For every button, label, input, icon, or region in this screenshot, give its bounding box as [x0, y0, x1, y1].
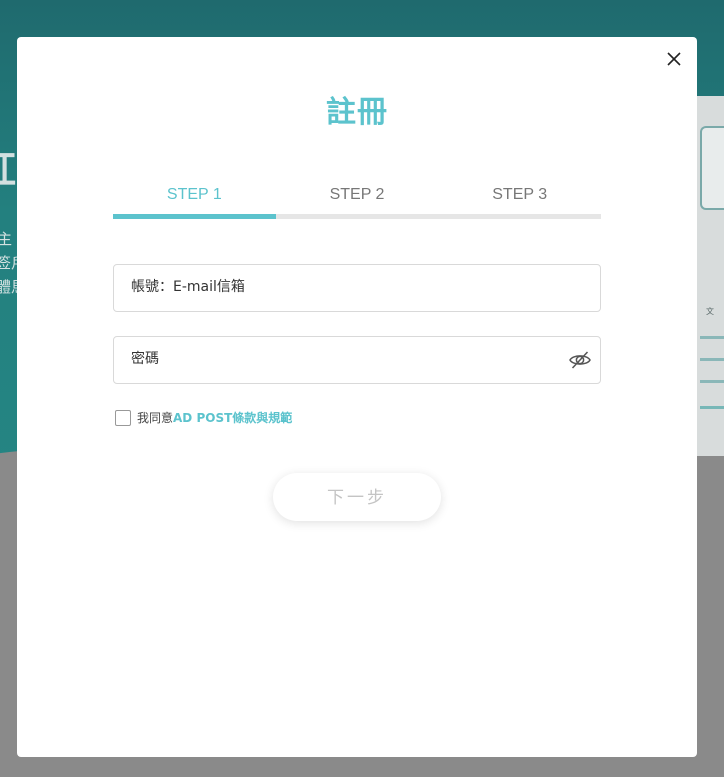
background-right-card — [700, 126, 724, 210]
password-input[interactable] — [114, 337, 551, 381]
step-3-tab[interactable]: STEP 3 — [438, 183, 602, 219]
background-left-line-1: 主 — [0, 230, 13, 248]
step-2-bar — [275, 214, 439, 219]
email-input[interactable] — [114, 265, 551, 309]
background-left-line-3: 體馬 — [0, 278, 17, 296]
register-modal: 註冊 STEP 1 STEP 2 STEP 3 我同意 AD P — [17, 37, 697, 757]
background-right-text: 文 — [706, 307, 714, 316]
next-step-button[interactable]: 下一步 — [273, 473, 441, 521]
step-3-bar — [438, 214, 602, 219]
step-2-tab[interactable]: STEP 2 — [275, 183, 439, 219]
terms-checkbox[interactable] — [115, 409, 131, 426]
terms-agreement: 我同意 AD POST條款與規範 — [115, 409, 292, 426]
step-1-label: STEP 1 — [166, 186, 222, 203]
terms-agree-text: 我同意 — [137, 411, 174, 425]
step-1-bar — [113, 214, 276, 219]
background-left-heading: 紅 — [0, 148, 17, 192]
step-2-label: STEP 2 — [329, 186, 385, 203]
step-progress: STEP 1 STEP 2 STEP 3 — [113, 183, 602, 219]
modal-title: 註冊 — [326, 95, 388, 130]
terms-link[interactable]: AD POST條款與規範 — [173, 409, 292, 426]
step-1-tab[interactable]: STEP 1 — [113, 183, 276, 219]
step-3-label: STEP 3 — [492, 186, 548, 203]
account-field — [113, 264, 601, 312]
close-icon — [667, 52, 681, 66]
background-right-strip — [700, 358, 724, 361]
password-visibility-toggle[interactable] — [568, 348, 592, 372]
background-left-line-2: 签戶 — [0, 254, 17, 272]
background-right-panel: 文 — [696, 96, 724, 456]
background-right-strip — [700, 406, 724, 409]
password-field — [113, 336, 601, 384]
eye-slash-icon — [569, 351, 591, 369]
background-right-strip — [700, 336, 724, 339]
close-button[interactable] — [663, 48, 685, 70]
background-right-strip — [700, 380, 724, 383]
